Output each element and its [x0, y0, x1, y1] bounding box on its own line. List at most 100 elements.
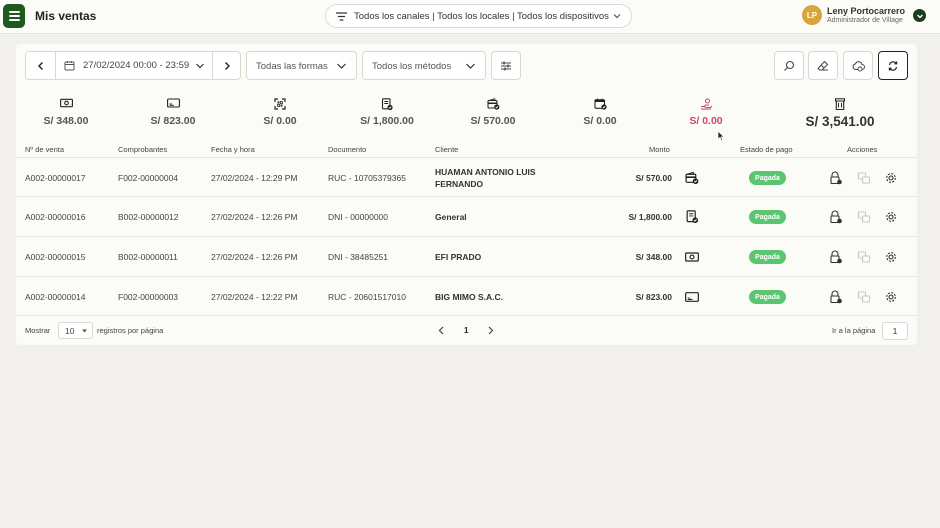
table-row[interactable]: A002-00000016 B002-00000012 27/02/2024 -… [16, 196, 917, 236]
summary-wallet: S/ 570.00 [458, 98, 528, 127]
status-badge: Pagada [749, 210, 786, 224]
column-header: Comprobantes [118, 145, 168, 154]
summary-pending: S/ 0.00 [678, 98, 734, 127]
menu-button[interactable] [3, 4, 25, 28]
amount: S/ 348.00 [635, 252, 672, 262]
gear-icon[interactable] [884, 290, 898, 304]
client-name-line2: FERNANDO [435, 179, 484, 189]
status-badge: Pagada [749, 290, 786, 304]
amount: S/ 823.00 [635, 292, 672, 302]
voucher: F002-00000004 [118, 173, 179, 183]
methods-filter-select[interactable]: Todos los métodos [362, 51, 486, 80]
user-menu-button[interactable] [913, 9, 926, 22]
lock-document-icon[interactable] [829, 210, 843, 224]
sliders-icon [501, 61, 511, 70]
qr-icon [274, 98, 286, 110]
prev-date-button[interactable] [26, 52, 55, 79]
calendar-check-icon [593, 98, 607, 110]
chevron-down-icon [196, 63, 205, 68]
amount: S/ 1,800.00 [628, 212, 672, 222]
page-size-select[interactable]: 10 [58, 322, 93, 339]
column-header: Nº de venta [25, 145, 65, 154]
sale-number: A002-00000014 [25, 292, 86, 302]
lock-document-icon[interactable] [829, 171, 843, 185]
search-button[interactable] [774, 51, 804, 80]
lock-document-icon[interactable] [829, 250, 843, 264]
download-button[interactable] [843, 51, 873, 80]
summary-amount: S/ 0.00 [263, 115, 297, 127]
copy-icon[interactable] [857, 250, 871, 264]
mouse-cursor-icon [717, 130, 725, 142]
caret-down-icon [82, 329, 87, 333]
current-page[interactable]: 1 [464, 326, 468, 335]
user-role: Administrador de Village [827, 17, 903, 24]
gear-icon[interactable] [884, 250, 898, 264]
chevron-right-icon[interactable] [486, 326, 495, 335]
clear-filters-button[interactable] [808, 51, 838, 80]
top-bar: Mis ventas Todos los canales | Todos los… [0, 0, 940, 34]
search-icon [784, 60, 795, 71]
sale-number: A002-00000017 [25, 173, 86, 183]
cash-icon [59, 98, 73, 108]
refresh-button[interactable] [878, 51, 908, 80]
forms-filter-select[interactable]: Todas las formas [246, 51, 357, 80]
status-badge: Pagada [749, 171, 786, 185]
chevron-down-icon [916, 14, 923, 18]
chevron-left-icon[interactable] [437, 326, 446, 335]
datetime: 27/02/2024 - 12:29 PM [211, 173, 298, 183]
card-icon [166, 98, 180, 108]
copy-icon[interactable] [857, 210, 871, 224]
cash-icon [685, 252, 699, 262]
channel-filter-select[interactable]: Todos los canales | Todos los locales | … [325, 4, 632, 28]
sales-card: 27/02/2024 00:00 - 23:59 Todas las forma… [16, 44, 917, 345]
document: DNI - 00000000 [328, 212, 389, 222]
table-row[interactable]: A002-00000017 F002-00000004 27/02/2024 -… [16, 157, 917, 197]
chevron-right-icon [225, 61, 230, 70]
summary-transfer: S/ 1,800.00 [352, 98, 422, 127]
goto-page-input[interactable]: 1 [882, 322, 908, 340]
calendar-icon [64, 61, 75, 71]
voucher: B002-00000012 [118, 212, 179, 222]
gear-icon[interactable] [884, 210, 898, 224]
datetime: 27/02/2024 - 12:26 PM [211, 212, 298, 222]
summary-amount: S/ 348.00 [43, 115, 89, 127]
summary-amount: S/ 1,800.00 [360, 115, 414, 127]
summary-amount: S/ 823.00 [150, 115, 196, 127]
client-name: EFI PRADO [435, 252, 482, 262]
chevron-down-icon [466, 63, 475, 69]
summary-cash: S/ 348.00 [38, 98, 94, 127]
document: RUC - 20601517010 [328, 292, 406, 302]
avatar[interactable]: LP [802, 5, 822, 25]
date-range-picker: 27/02/2024 00:00 - 23:59 [25, 51, 241, 80]
datetime: 27/02/2024 - 12:22 PM [211, 292, 298, 302]
user-name: Leny Portocarrero [827, 6, 906, 16]
page-title: Mis ventas [35, 9, 97, 23]
card-icon [685, 292, 699, 302]
lock-document-icon[interactable] [829, 290, 843, 304]
page-size-value: 10 [65, 326, 75, 336]
wallet-check-icon [486, 98, 499, 110]
eraser-icon [817, 60, 829, 70]
copy-icon[interactable] [857, 171, 871, 185]
date-range-field[interactable]: 27/02/2024 00:00 - 23:59 [56, 52, 212, 79]
table-row[interactable]: A002-00000015 B002-00000011 27/02/2024 -… [16, 236, 917, 276]
per-page-label: registros por página [97, 326, 164, 335]
chevron-left-icon [37, 61, 43, 70]
column-header: Cliente [435, 145, 459, 154]
summary-amount: S/ 3,541.00 [805, 114, 875, 129]
table-row[interactable]: A002-00000014 F002-00000003 27/02/2024 -… [16, 276, 917, 316]
gear-icon[interactable] [884, 171, 898, 185]
date-range-value: 27/02/2024 00:00 - 23:59 [83, 60, 190, 71]
document-check-icon [686, 210, 699, 224]
column-header: Documento [328, 145, 367, 154]
advanced-filters-button[interactable] [491, 51, 521, 80]
column-header: Monto [649, 145, 670, 154]
summary-card: S/ 823.00 [145, 98, 201, 127]
next-date-button[interactable] [213, 52, 241, 79]
chevron-down-icon [337, 63, 346, 69]
forms-filter-label: Todas las formas [256, 61, 328, 72]
show-label: Mostrar [25, 326, 51, 335]
summary-amount: S/ 0.00 [689, 115, 723, 127]
copy-icon[interactable] [857, 290, 871, 304]
column-header: Fecha y hora [211, 145, 255, 154]
